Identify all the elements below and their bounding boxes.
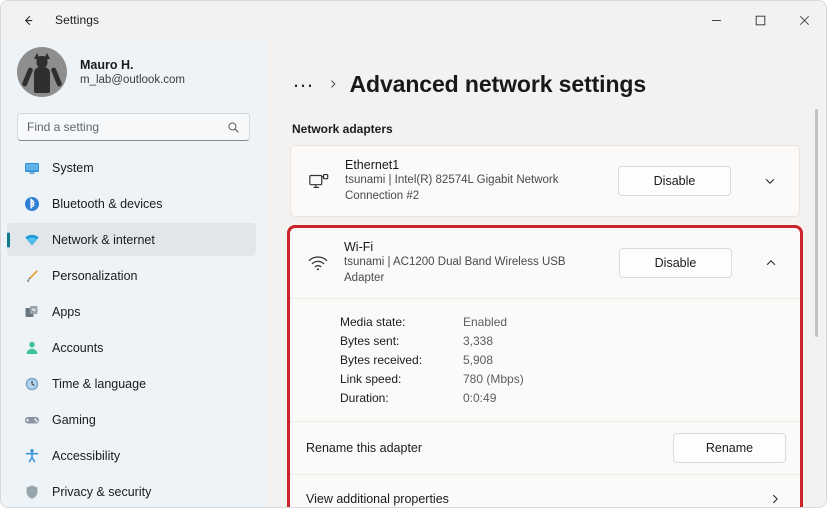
chevron-right-icon (327, 78, 339, 92)
adapter-description: tsunami | Intel(R) 82574L Gigabit Networ… (345, 173, 604, 204)
sidebar-item-label: Apps (52, 305, 81, 319)
view-additional-properties-label: View additional properties (306, 492, 768, 506)
sidebar-item-apps[interactable]: Apps (7, 295, 256, 328)
detail-row-bytes-sent: Bytes sent: 3,338 (340, 334, 784, 348)
rename-button[interactable]: Rename (673, 433, 786, 463)
vertical-scrollbar[interactable] (815, 109, 818, 337)
app-title: Settings (55, 13, 99, 27)
sidebar-item-system[interactable]: System (7, 151, 256, 184)
maximize-button[interactable] (738, 1, 782, 39)
sidebar-item-privacy-security[interactable]: Privacy & security (7, 475, 256, 507)
brush-icon (23, 267, 40, 284)
adapter-card-ethernet1: Ethernet1 tsunami | Intel(R) 82574L Giga… (290, 145, 800, 217)
sidebar-item-accounts[interactable]: Accounts (7, 331, 256, 364)
detail-key: Media state: (340, 315, 463, 329)
sidebar-item-network-internet[interactable]: Network & internet (7, 223, 256, 256)
display-icon (23, 159, 40, 176)
sidebar-item-label: System (52, 161, 94, 175)
adapter-card-wifi: Wi-Fi tsunami | AC1200 Dual Band Wireles… (290, 228, 800, 507)
sidebar-item-bluetooth-devices[interactable]: Bluetooth & devices (7, 187, 256, 220)
adapter-details: Media state: Enabled Bytes sent: 3,338 B… (290, 299, 800, 421)
apps-icon (23, 303, 40, 320)
back-button[interactable] (13, 5, 43, 35)
detail-row-duration: Duration: 0:0:49 (340, 391, 784, 405)
detail-value: Enabled (463, 315, 507, 329)
adapter-row: Wi-Fi tsunami | AC1200 Dual Band Wireles… (290, 228, 800, 298)
close-button[interactable] (782, 1, 826, 39)
disable-button[interactable]: Disable (619, 248, 732, 278)
wifi-icon (306, 251, 330, 275)
chevron-right-icon (768, 492, 782, 506)
minimize-button[interactable] (694, 1, 738, 39)
sidebar-item-label: Accounts (52, 341, 103, 355)
detail-row-link-speed: Link speed: 780 (Mbps) (340, 372, 784, 386)
ethernet-icon (307, 169, 331, 193)
sidebar-item-time-language[interactable]: Time & language (7, 367, 256, 400)
detail-row-bytes-received: Bytes received: 5,908 (340, 353, 784, 367)
search-input[interactable] (27, 120, 221, 134)
section-label: Network adapters (292, 122, 800, 136)
accessibility-icon (23, 447, 40, 464)
sidebar-item-label: Accessibility (52, 449, 120, 463)
wifi-globe-icon (23, 231, 40, 248)
breadcrumb: … Advanced network settings (290, 39, 800, 100)
chevron-up-icon[interactable] (756, 248, 786, 278)
title-bar: Settings (1, 1, 826, 39)
settings-window: Settings (0, 0, 827, 508)
detail-row-media-state: Media state: Enabled (340, 315, 784, 329)
page-title: Advanced network settings (350, 71, 647, 98)
sidebar-item-label: Gaming (52, 413, 96, 427)
adapter-text: Ethernet1 tsunami | Intel(R) 82574L Giga… (345, 158, 604, 204)
adapter-name: Wi-Fi (344, 240, 605, 254)
window-controls (694, 1, 826, 39)
detail-value: 5,908 (463, 353, 493, 367)
avatar (17, 47, 67, 97)
detail-key: Bytes sent: (340, 334, 463, 348)
clock-icon (23, 375, 40, 392)
search-icon (227, 121, 240, 134)
account-text: Mauro H. m_lab@outlook.com (80, 58, 185, 86)
sidebar-item-label: Personalization (52, 269, 137, 283)
adapter-name: Ethernet1 (345, 158, 604, 172)
chevron-down-icon[interactable] (755, 166, 785, 196)
sidebar: Mauro H. m_lab@outlook.com (1, 39, 266, 507)
detail-value: 0:0:49 (463, 391, 496, 405)
detail-key: Bytes received: (340, 353, 463, 367)
adapter-description: tsunami | AC1200 Dual Band Wireless USB … (344, 255, 605, 286)
sidebar-item-label: Time & language (52, 377, 146, 391)
detail-key: Duration: (340, 391, 463, 405)
sidebar-nav: System Bluetooth & devices Network & int… (1, 151, 266, 507)
breadcrumb-overflow-button[interactable]: … (292, 69, 316, 100)
view-additional-properties-row[interactable]: View additional properties (290, 475, 800, 507)
adapter-row: Ethernet1 tsunami | Intel(R) 82574L Giga… (291, 146, 799, 216)
account-block[interactable]: Mauro H. m_lab@outlook.com (1, 39, 266, 107)
shield-icon (23, 483, 40, 500)
person-icon (23, 339, 40, 356)
rename-adapter-label: Rename this adapter (306, 441, 673, 455)
search-box[interactable] (17, 113, 250, 141)
window-body: Mauro H. m_lab@outlook.com (1, 39, 826, 507)
detail-key: Link speed: (340, 372, 463, 386)
search-container (1, 107, 266, 151)
sidebar-item-personalization[interactable]: Personalization (7, 259, 256, 292)
account-name: Mauro H. (80, 58, 185, 72)
main-content: … Advanced network settings Network adap… (266, 39, 826, 507)
sidebar-item-label: Bluetooth & devices (52, 197, 163, 211)
rename-adapter-row: Rename this adapter Rename (290, 422, 800, 474)
adapter-text: Wi-Fi tsunami | AC1200 Dual Band Wireles… (344, 240, 605, 286)
detail-value: 3,338 (463, 334, 493, 348)
sidebar-item-gaming[interactable]: Gaming (7, 403, 256, 436)
account-email: m_lab@outlook.com (80, 74, 185, 86)
sidebar-item-label: Privacy & security (52, 485, 151, 499)
detail-value: 780 (Mbps) (463, 372, 524, 386)
disable-button[interactable]: Disable (618, 166, 731, 196)
sidebar-item-accessibility[interactable]: Accessibility (7, 439, 256, 472)
bluetooth-icon (23, 195, 40, 212)
gamepad-icon (23, 411, 40, 428)
adapter-list: Ethernet1 tsunami | Intel(R) 82574L Giga… (290, 145, 800, 507)
sidebar-item-label: Network & internet (52, 233, 155, 247)
